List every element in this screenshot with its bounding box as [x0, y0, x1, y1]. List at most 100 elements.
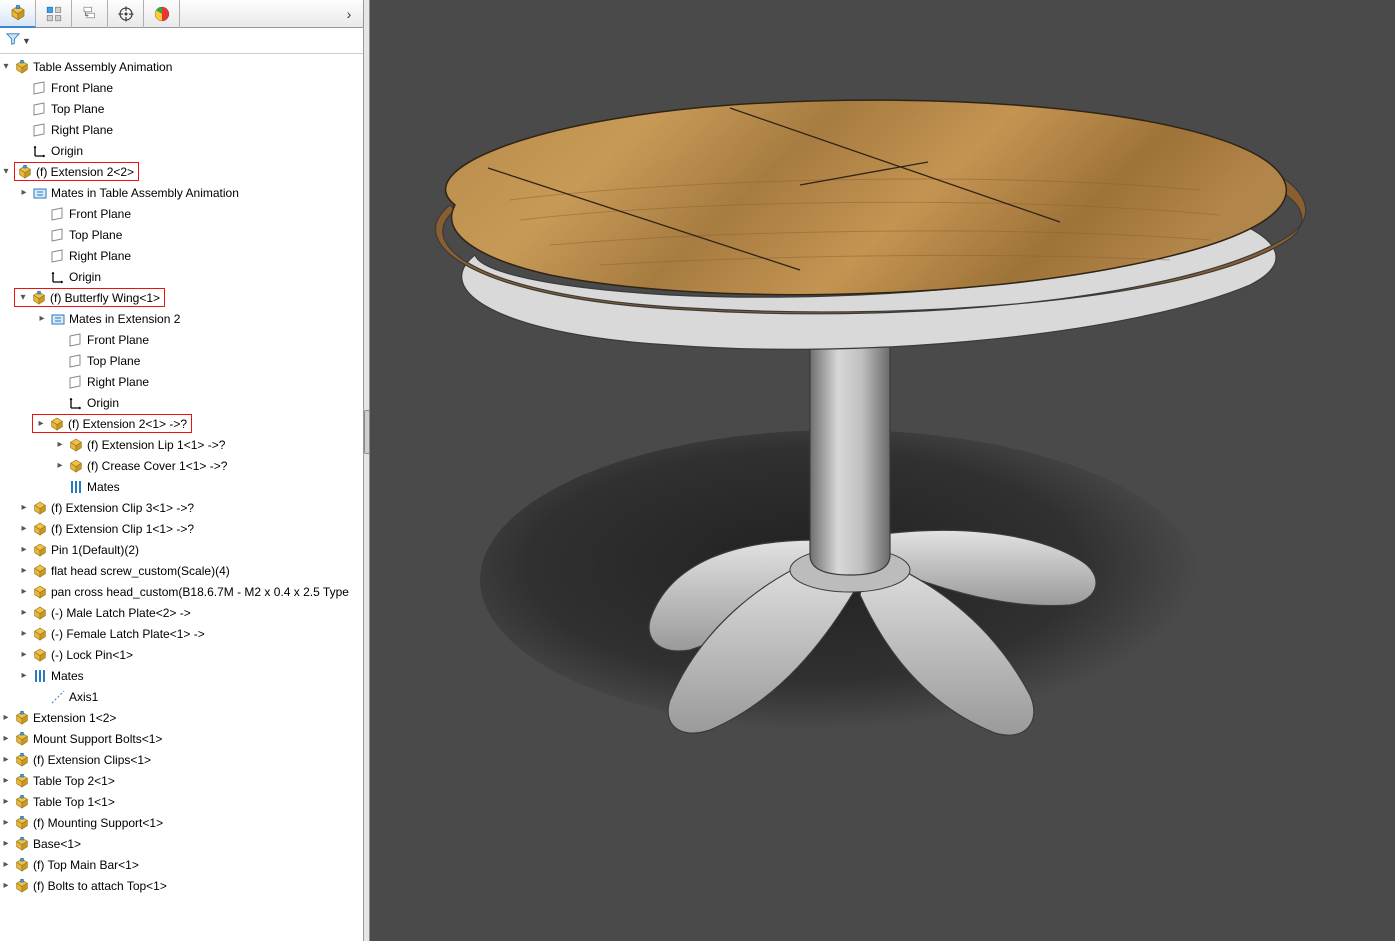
chevron-right-icon[interactable]: ▸: [18, 502, 30, 514]
tree-item[interactable]: ▸(f) Extension Clip 3<1> ->?: [0, 497, 363, 518]
tree-item[interactable]: ▸ (f) Mounting Support<1>: [0, 812, 363, 833]
tree-item[interactable]: ▸Extension 1<2>: [0, 707, 363, 728]
tree-label: Mates: [51, 669, 84, 683]
chevron-down-icon[interactable]: ▾: [0, 61, 12, 73]
panel-tabbar: ›: [0, 0, 363, 28]
subassembly-icon: [14, 878, 30, 894]
tree-item[interactable]: •Origin: [0, 140, 363, 161]
tree-item[interactable]: •Right Plane: [0, 371, 363, 392]
tree-item[interactable]: ▸(f) Crease Cover 1<1> ->?: [0, 455, 363, 476]
tree-item[interactable]: ▸Pin 1(Default)(2): [0, 539, 363, 560]
chevron-right-icon[interactable]: ▸: [18, 607, 30, 619]
subassembly-icon: [14, 710, 30, 726]
tree-item[interactable]: ▸Mount Support Bolts<1>: [0, 728, 363, 749]
subassembly-icon: [17, 164, 33, 180]
tree-item[interactable]: •Front Plane: [0, 203, 363, 224]
chevron-right-icon[interactable]: ▸: [36, 313, 48, 325]
tree-label: (f) Mounting Support<1>: [33, 816, 163, 830]
tree-item[interactable]: ▸(-) Male Latch Plate<2> ->: [0, 602, 363, 623]
tree-item[interactable]: •Right Plane: [0, 119, 363, 140]
tree-item[interactable]: •Top Plane: [0, 224, 363, 245]
tree-label: Front Plane: [69, 207, 131, 221]
tree-item[interactable]: ▸ Base<1>: [0, 833, 363, 854]
tree-item[interactable]: ▸ Mates: [0, 665, 363, 686]
chevron-right-icon[interactable]: ▸: [0, 880, 12, 892]
tree-item[interactable]: •Front Plane: [0, 329, 363, 350]
tree-item[interactable]: ▸flat head screw_custom(Scale)(4): [0, 560, 363, 581]
chevron-right-icon[interactable]: ▸: [0, 796, 12, 808]
tree-item[interactable]: ▸(-) Female Latch Plate<1> ->: [0, 623, 363, 644]
tab-property-manager[interactable]: [36, 0, 72, 28]
plane-icon: [32, 101, 48, 117]
assembly-icon: [14, 59, 30, 75]
tree-item[interactable]: •Top Plane: [0, 350, 363, 371]
tab-config-manager[interactable]: [72, 0, 108, 28]
tree-label: Base<1>: [33, 837, 81, 851]
chevron-right-icon[interactable]: ▸: [18, 649, 30, 661]
tree-item-butterfly-wing[interactable]: ▾ (f) Butterfly Wing<1>: [0, 287, 363, 308]
tree-item[interactable]: ▸(f) Bolts to attach Top<1>: [0, 875, 363, 896]
tree-label: Table Top 2<1>: [33, 774, 115, 788]
tree-item-extension2-1[interactable]: ▸ (f) Extension 2<1> ->?: [0, 413, 363, 434]
tree-item[interactable]: •Front Plane: [0, 77, 363, 98]
tree-item[interactable]: •Mates: [0, 476, 363, 497]
tree-label: (f) Top Main Bar<1>: [33, 858, 139, 872]
chevron-down-icon[interactable]: ▾: [17, 292, 29, 304]
tree-item[interactable]: ▸ Table Top 2<1>: [0, 770, 363, 791]
chevron-right-icon[interactable]: ▸: [18, 565, 30, 577]
tree-label: (f) Extension Lip 1<1> ->?: [87, 438, 225, 452]
chevron-down-icon[interactable]: ▾: [0, 166, 12, 178]
panel-expand-arrow[interactable]: ›: [335, 6, 363, 22]
part-icon: [68, 437, 84, 453]
mates-folder-icon: [32, 185, 48, 201]
chevron-right-icon[interactable]: ▸: [18, 523, 30, 535]
chevron-right-icon[interactable]: ▸: [35, 418, 47, 430]
chevron-right-icon[interactable]: ▸: [0, 859, 12, 871]
tree-item[interactable]: ▸ (-) Lock Pin<1>: [0, 644, 363, 665]
chevron-right-icon[interactable]: ▸: [18, 544, 30, 556]
funnel-icon[interactable]: [6, 32, 20, 49]
filter-dropdown-icon[interactable]: ▼: [22, 36, 31, 46]
3d-viewport[interactable]: [364, 0, 1395, 941]
chevron-right-icon[interactable]: ▸: [18, 187, 30, 199]
tree-label: (-) Lock Pin<1>: [51, 648, 133, 662]
chevron-right-icon[interactable]: ▸: [0, 712, 12, 724]
tree-item-extension2-2[interactable]: ▾ (f) Extension 2<2>: [0, 161, 363, 182]
tree-item[interactable]: ▸(f) Extension Clips<1>: [0, 749, 363, 770]
tree-item[interactable]: •Axis1: [0, 686, 363, 707]
tree-item[interactable]: ▸(f) Extension Clip 1<1> ->?: [0, 518, 363, 539]
tab-display-manager[interactable]: [144, 0, 180, 28]
part-icon: [32, 626, 48, 642]
chevron-right-icon[interactable]: ▸: [0, 754, 12, 766]
tree-label: Mates: [87, 480, 120, 494]
chevron-right-icon[interactable]: ▸: [18, 628, 30, 640]
tree-item[interactable]: ▸Mates in Table Assembly Animation: [0, 182, 363, 203]
tree-item[interactable]: •Right Plane: [0, 245, 363, 266]
tree-item[interactable]: ▸ (f) Extension Lip 1<1> ->?: [0, 434, 363, 455]
tree-item[interactable]: •Origin: [0, 392, 363, 413]
tree-item[interactable]: ▸Table Top 1<1>: [0, 791, 363, 812]
axis-icon: [50, 689, 66, 705]
origin-icon: [50, 269, 66, 285]
chevron-right-icon[interactable]: ▸: [18, 586, 30, 598]
tab-dimxpert[interactable]: [108, 0, 144, 28]
chevron-right-icon[interactable]: ▸: [54, 439, 66, 451]
chevron-right-icon[interactable]: ▸: [0, 733, 12, 745]
tree-item[interactable]: •Top Plane: [0, 98, 363, 119]
tree-item[interactable]: ▸Mates in Extension 2: [0, 308, 363, 329]
tree-root[interactable]: ▾ Table Assembly Animation: [0, 56, 363, 77]
chevron-right-icon[interactable]: ▸: [54, 460, 66, 472]
chevron-right-icon[interactable]: ▸: [0, 838, 12, 850]
chevron-right-icon[interactable]: ▸: [0, 775, 12, 787]
tree-label: (f) Extension 2<2>: [36, 165, 134, 179]
tree-item[interactable]: ▸ (f) Top Main Bar<1>: [0, 854, 363, 875]
assembly-icon: [9, 4, 27, 22]
tab-feature-tree[interactable]: [0, 0, 36, 28]
tree-item[interactable]: ▸pan cross head_custom(B18.6.7M - M2 x 0…: [0, 581, 363, 602]
chevron-right-icon[interactable]: ▸: [0, 817, 12, 829]
feature-tree[interactable]: ▾ Table Assembly Animation •Front Plane …: [0, 54, 363, 941]
plane-icon: [50, 227, 66, 243]
tree-item[interactable]: •Origin: [0, 266, 363, 287]
part-icon: [32, 647, 48, 663]
chevron-right-icon[interactable]: ▸: [18, 670, 30, 682]
